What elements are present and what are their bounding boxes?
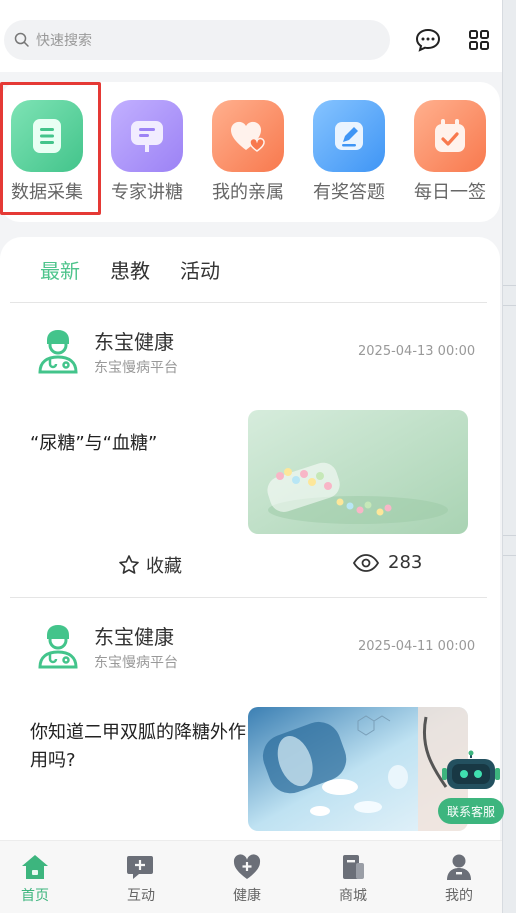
- nav-label: 商城: [339, 888, 367, 904]
- quick-item-label: 有奖答题: [313, 182, 385, 203]
- edit-icon: [313, 100, 385, 172]
- nav-home[interactable]: 首页: [5, 853, 65, 905]
- feed-card: 最新 患教 活动 东宝健康 东宝慢病平台 2025-04-13 00:00 “尿…: [0, 237, 500, 857]
- post-platform: 东宝慢病平台: [94, 360, 178, 376]
- views-value: 283: [388, 552, 423, 573]
- favorite-button[interactable]: 收藏: [118, 552, 182, 578]
- nav-store[interactable]: 商城: [323, 853, 383, 905]
- nav-health[interactable]: 健康: [217, 853, 277, 905]
- post-author: 东宝健康: [94, 625, 174, 649]
- window-edge: [502, 0, 516, 913]
- store-icon: [343, 855, 364, 879]
- customer-service-button[interactable]: 联系客服: [438, 750, 504, 826]
- quick-item-label: 我的亲属: [212, 182, 284, 203]
- home-icon: [22, 855, 48, 879]
- tab-patient-education[interactable]: 患教: [110, 255, 150, 284]
- doctor-avatar-icon: [38, 625, 78, 669]
- star-icon: [119, 555, 139, 574]
- post-title[interactable]: “尿糖”与“血糖”: [30, 430, 246, 458]
- interaction-icon: [127, 856, 153, 879]
- top-bar: 快速搜索: [0, 0, 502, 72]
- customer-service-label: 联系客服: [438, 798, 504, 824]
- profile-icon: [447, 854, 471, 880]
- hearts-icon: [212, 100, 284, 172]
- quick-item-label: 数据采集: [11, 182, 83, 203]
- post-actions: 收藏 283: [0, 552, 500, 580]
- post-thumbnail[interactable]: [248, 707, 468, 831]
- post-title[interactable]: 你知道二甲双胍的降糖外作用吗?: [30, 719, 246, 775]
- message-icon[interactable]: [414, 26, 442, 54]
- post-platform: 东宝慢病平台: [94, 655, 178, 671]
- nav-label: 首页: [21, 888, 49, 904]
- post-thumbnail[interactable]: [248, 410, 468, 534]
- eye-icon: [352, 553, 380, 572]
- bottom-nav: 首页 互动 健康 商城 我的: [0, 840, 502, 913]
- post-author: 东宝健康: [94, 330, 174, 354]
- post-date: 2025-04-13 00:00: [358, 344, 476, 359]
- quick-item-relatives[interactable]: 我的亲属: [198, 100, 298, 204]
- feed-tabs: 最新 患教 活动: [40, 255, 220, 284]
- robot-icon: [442, 750, 500, 789]
- quick-menu: 数据采集 专家讲糖 我的亲属 有奖答题 每日一签: [0, 82, 500, 222]
- quick-item-label: 专家讲糖: [111, 182, 183, 203]
- health-heart-icon: [233, 854, 261, 879]
- nav-profile[interactable]: 我的: [429, 853, 489, 905]
- search-placeholder: 快速搜索: [36, 33, 92, 49]
- calendar-check-icon: [414, 100, 486, 172]
- tab-activities[interactable]: 活动: [180, 255, 220, 284]
- search-input[interactable]: 快速搜索: [4, 20, 390, 60]
- divider: [10, 302, 487, 303]
- views-count: 283: [352, 552, 422, 573]
- quick-item-quiz[interactable]: 有奖答题: [299, 100, 399, 204]
- chat-board-icon: [111, 100, 183, 172]
- nav-label: 我的: [445, 888, 473, 904]
- quick-item-label: 每日一签: [414, 182, 486, 203]
- nav-label: 健康: [233, 888, 261, 904]
- doctor-avatar-icon: [38, 330, 78, 374]
- quick-item-daily-checkin[interactable]: 每日一签: [400, 100, 500, 204]
- quick-item-data-collection[interactable]: 数据采集: [0, 100, 97, 204]
- divider: [10, 597, 487, 598]
- nav-label: 互动: [127, 888, 155, 904]
- document-icon: [11, 100, 83, 172]
- post-date: 2025-04-11 00:00: [358, 639, 476, 654]
- nav-interaction[interactable]: 互动: [111, 853, 171, 905]
- tab-latest[interactable]: 最新: [40, 255, 80, 284]
- search-icon: [14, 32, 29, 47]
- favorite-label: 收藏: [146, 556, 182, 577]
- quick-item-expert-talk[interactable]: 专家讲糖: [97, 100, 197, 204]
- grid-icon[interactable]: [465, 26, 493, 54]
